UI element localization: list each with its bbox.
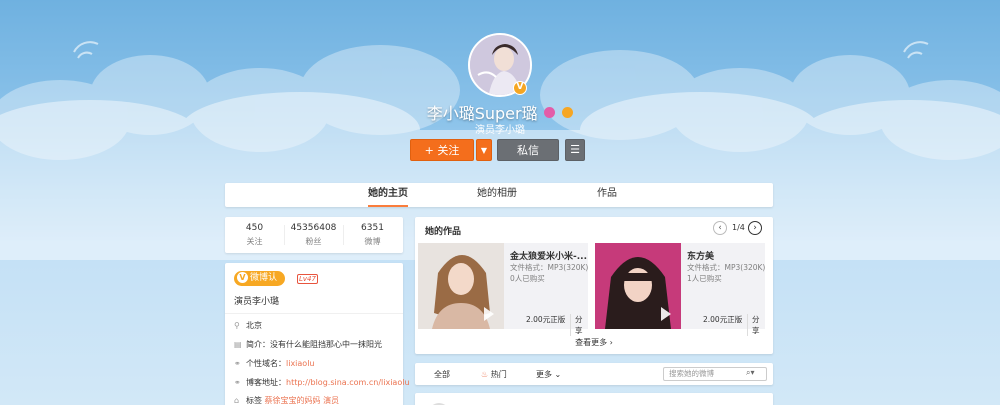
work-item[interactable]: 金太狼爱米小米-... 文件格式：MP3(320K) 0人已购买 2.00元正版… <box>418 243 589 336</box>
view-more-label: 查看更多 <box>575 338 608 347</box>
link-icon: ⚭ <box>234 359 241 368</box>
female-icon <box>544 106 556 118</box>
stat-followers[interactable]: 45356408 粉丝 <box>284 223 343 247</box>
page-indicator: 1/4 <box>732 223 745 232</box>
intro-row: ▤ 简介：没有什么能阻挡那心中一抹阳光 <box>234 339 382 350</box>
feed-filter-bar: 全部 ♨ 热门 更多 ⌄ 搜索她的微博 ⌕▾ <box>415 363 773 385</box>
intro-icon: ▤ <box>234 340 242 349</box>
link-icon: ⚭ <box>234 378 241 387</box>
work-item[interactable]: 东方美 文件格式：MP3(320K) 1人已购买 2.00元正版 分享 <box>595 243 766 336</box>
work-price[interactable]: 2.00元正版 <box>526 314 565 325</box>
stat-value: 45356408 <box>290 223 337 233</box>
hamburger-icon: ☰ <box>570 143 580 156</box>
next-page-button[interactable]: › <box>748 221 762 235</box>
level-badge[interactable]: Lv47 <box>297 274 318 284</box>
location-row: ⚲ 北京 <box>234 320 262 331</box>
profile-info-card: V 微博认证 Lv47 演员李小璐 ⚲ 北京 ▤ 简介：没有什么能阻挡那心中一抹阳光 … <box>225 263 410 405</box>
stats-card: 450 关注 45356408 粉丝 6351 微博 <box>225 217 403 253</box>
caret-down-icon: ▼ <box>480 146 488 155</box>
work-format: 文件格式：MP3(320K) <box>510 263 589 272</box>
work-cover-image[interactable] <box>595 243 681 329</box>
member-crown-icon <box>562 106 574 118</box>
blog-row: ⚭ 博客地址：http://blog.sina.com.cn/lixiaolu <box>234 377 410 388</box>
chevron-right-icon: › <box>753 223 757 233</box>
verified-v-icon: V <box>237 272 248 283</box>
tags-label: 标签 <box>246 396 262 405</box>
work-title[interactable]: 东方美 <box>687 249 714 262</box>
tags-row: ⌂ 标签 蔡徐宝宝的妈妈 演员 <box>234 395 339 405</box>
follow-dropdown-button[interactable]: ▼ <box>476 139 492 161</box>
works-title: 她的作品 <box>425 227 462 237</box>
verified-v-icon: V <box>513 81 527 95</box>
works-card: 她的作品 ‹ 1/4 › 金太狼爱米小米-... 文件格式：MP3(320K) … <box>415 217 773 354</box>
blog-link[interactable]: http://blog.sina.com.cn/lixiaolu <box>286 378 410 387</box>
work-title[interactable]: 金太狼爱米小米-... <box>510 249 587 262</box>
stat-value: 6351 <box>361 223 384 233</box>
filter-hot-label: 热门 <box>490 370 507 379</box>
work-share[interactable]: 分享 <box>747 314 765 336</box>
tags-value[interactable]: 蔡徐宝宝的妈妈 演员 <box>265 396 340 405</box>
tag-icon: ⌂ <box>234 396 240 405</box>
intro-value: 没有什么能阻挡那心中一抹阳光 <box>270 340 382 349</box>
verify-text: 演员李小璐 <box>234 297 280 307</box>
domain-label: 个性域名： <box>246 359 286 368</box>
domain-row: ⚭ 个性域名：lixiaolu <box>234 358 315 369</box>
filter-hot[interactable]: ♨ 热门 <box>481 369 507 380</box>
tab-album[interactable]: 她的相册 <box>477 183 517 207</box>
follow-button[interactable]: + 关注 <box>410 139 474 161</box>
stat-label: 微博 <box>364 237 381 246</box>
feed-card <box>415 393 773 405</box>
location-pin-icon: ⚲ <box>234 321 240 330</box>
profile-description: 演员李小璐 <box>475 125 525 136</box>
verify-badge[interactable]: V 微博认证 <box>234 271 285 298</box>
search-icon[interactable]: ⌕▾ <box>746 368 755 378</box>
stat-weibo[interactable]: 6351 微博 <box>343 223 402 247</box>
play-icon[interactable] <box>484 307 494 321</box>
tab-works[interactable]: 作品 <box>595 183 619 207</box>
play-icon[interactable] <box>661 307 671 321</box>
stat-value: 450 <box>245 223 264 233</box>
stat-following[interactable]: 450 关注 <box>225 223 284 247</box>
divider <box>225 313 403 314</box>
message-button[interactable]: 私信 <box>497 139 559 161</box>
location-value: 北京 <box>246 321 262 330</box>
chevron-right-icon: › <box>609 338 613 347</box>
domain-link[interactable]: lixiaolu <box>286 359 315 368</box>
work-buyers: 0人已购买 <box>510 274 545 283</box>
profile-tab-bar: 她的主页 她的相册 作品 <box>225 183 773 207</box>
blog-label: 博客地址： <box>246 378 286 387</box>
work-format: 文件格式：MP3(320K) <box>687 263 766 272</box>
prev-page-button[interactable]: ‹ <box>713 221 727 235</box>
stat-label: 粉丝 <box>305 237 322 246</box>
work-buyers: 1人已购买 <box>687 274 722 283</box>
work-share[interactable]: 分享 <box>570 314 588 336</box>
chevron-down-icon: ⌄ <box>554 370 562 379</box>
filter-more[interactable]: 更多 ⌄ <box>536 369 561 380</box>
fire-icon: ♨ <box>481 370 489 379</box>
view-more-link[interactable]: 查看更多 › <box>415 337 773 348</box>
filter-more-label: 更多 <box>536 370 552 379</box>
work-cover-image[interactable] <box>418 243 504 329</box>
more-menu-button[interactable]: ☰ <box>565 139 585 161</box>
chevron-left-icon: ‹ <box>718 223 722 233</box>
stat-label: 关注 <box>246 237 263 246</box>
filter-all[interactable]: 全部 <box>434 369 450 380</box>
tab-home[interactable]: 她的主页 <box>368 183 408 207</box>
intro-label: 简介： <box>246 340 270 349</box>
work-price[interactable]: 2.00元正版 <box>703 314 742 325</box>
